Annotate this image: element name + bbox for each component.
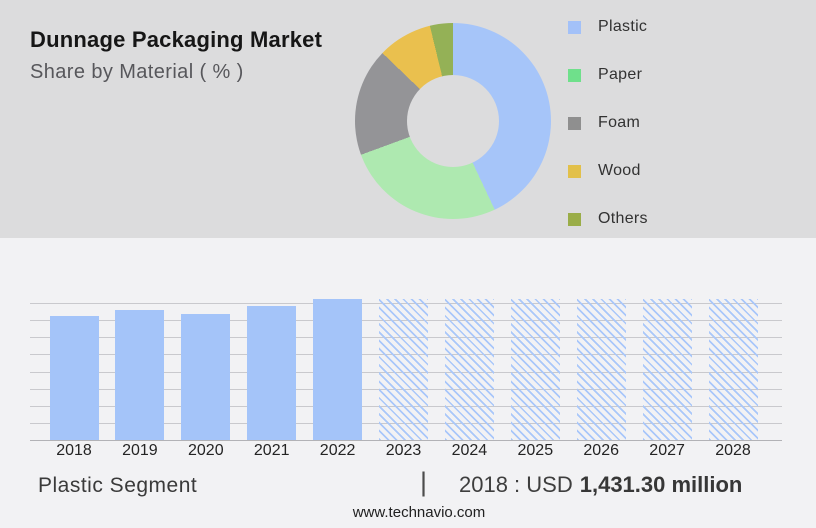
infographic-canvas: Dunnage Packaging Market Share by Materi… bbox=[0, 0, 816, 528]
header-panel: Dunnage Packaging Market Share by Materi… bbox=[0, 0, 816, 238]
bar-chart bbox=[30, 303, 782, 441]
bar-2019 bbox=[115, 310, 164, 440]
legend-label: Foam bbox=[598, 114, 640, 132]
legend-item-paper: Paper bbox=[568, 65, 642, 85]
chart-subtitle: Share by Material ( % ) bbox=[30, 61, 244, 84]
x-axis-label-2028: 2028 bbox=[698, 442, 768, 460]
legend-item-plastic: Plastic bbox=[568, 17, 647, 37]
bar-2020 bbox=[181, 314, 230, 440]
legend-label: Wood bbox=[598, 162, 641, 180]
x-axis-label-2022: 2022 bbox=[303, 442, 373, 460]
legend-label: Paper bbox=[598, 66, 642, 84]
x-axis-label-2027: 2027 bbox=[632, 442, 702, 460]
legend-swatch-paper bbox=[568, 69, 581, 82]
bar-2028-forecast bbox=[709, 299, 758, 440]
page-title: Dunnage Packaging Market bbox=[30, 27, 322, 53]
bar-2027-forecast bbox=[643, 299, 692, 440]
x-axis-label-2018: 2018 bbox=[39, 442, 109, 460]
x-axis-label-2024: 2024 bbox=[434, 442, 504, 460]
segment-value: 2018 : USD 1,431.30 million bbox=[459, 472, 742, 498]
legend-item-others: Others bbox=[568, 209, 648, 229]
bar-2021 bbox=[247, 306, 296, 440]
x-axis-label-2019: 2019 bbox=[105, 442, 175, 460]
legend-swatch-plastic bbox=[568, 21, 581, 34]
segment-value-prefix: 2018 : USD bbox=[459, 472, 573, 497]
legend-swatch-foam bbox=[568, 117, 581, 130]
bar-2018 bbox=[50, 316, 99, 440]
x-axis-label-2020: 2020 bbox=[171, 442, 241, 460]
website-url: www.technavio.com bbox=[0, 504, 816, 521]
bar-2023-forecast bbox=[379, 299, 428, 440]
x-axis-label-2021: 2021 bbox=[237, 442, 307, 460]
legend-swatch-wood bbox=[568, 165, 581, 178]
legend-item-wood: Wood bbox=[568, 161, 641, 181]
legend-label: Plastic bbox=[598, 18, 647, 36]
x-axis-label-2026: 2026 bbox=[566, 442, 636, 460]
legend-item-foam: Foam bbox=[568, 113, 640, 133]
legend-swatch-others bbox=[568, 213, 581, 226]
footer-separator: | bbox=[420, 467, 427, 498]
bar-2026-forecast bbox=[577, 299, 626, 440]
x-axis-label-2025: 2025 bbox=[500, 442, 570, 460]
x-axis-label-2023: 2023 bbox=[369, 442, 439, 460]
legend: Plastic Paper Foam Wood Others bbox=[568, 0, 808, 238]
donut-hole bbox=[407, 75, 499, 167]
bar-2024-forecast bbox=[445, 299, 494, 440]
donut-chart bbox=[355, 23, 551, 219]
bar-2022 bbox=[313, 299, 362, 440]
segment-label: Plastic Segment bbox=[38, 474, 197, 498]
bar-2025-forecast bbox=[511, 299, 560, 440]
trend-panel: 2018201920202021202220232024202520262027… bbox=[0, 238, 816, 528]
segment-value-amount: 1,431.30 million bbox=[580, 472, 743, 497]
legend-label: Others bbox=[598, 210, 648, 228]
